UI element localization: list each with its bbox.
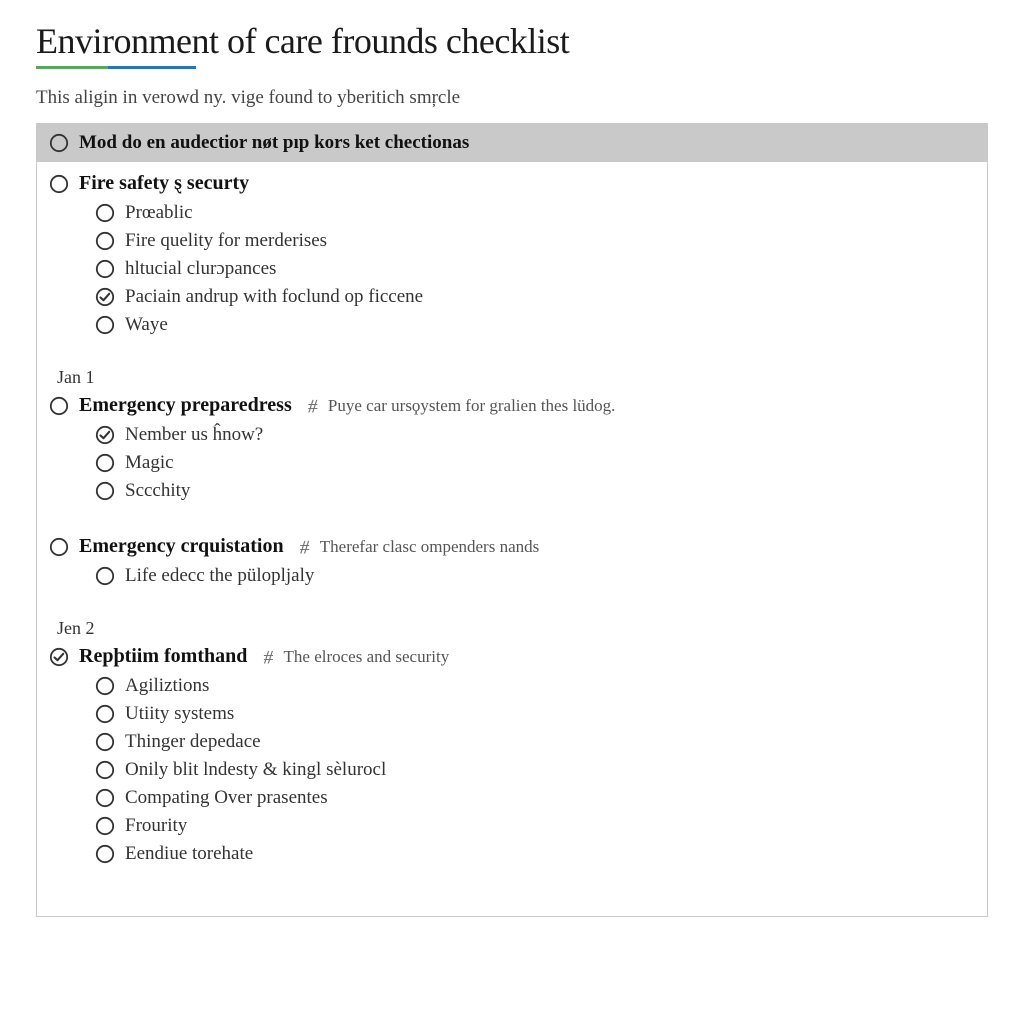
checklist-item: hltucial clurɔpances (95, 255, 975, 283)
section-title: Emergency crquistation (79, 535, 284, 558)
checklist-item: Utiity systems (95, 700, 975, 728)
checklist-section: Jan 1 Emergency preparedress ⧣ Puye car … (49, 367, 975, 505)
item-label: Thinger depedace (125, 731, 261, 753)
item-checkbox[interactable] (95, 788, 115, 808)
section-title: Repþtiim fomthand (79, 645, 247, 668)
section-note: Therefar clasc ompenders nands (320, 537, 539, 557)
item-label: Paciain andrup with foclund op ficcene (125, 286, 423, 308)
panel-header-label: Mod do en audectior nøt pıp kors ket che… (79, 132, 469, 154)
item-checkbox[interactable] (95, 732, 115, 752)
item-label: Fire quelity for merderises (125, 230, 327, 252)
page-subtitle: This aligin in verowd ny. vige found to … (36, 87, 988, 109)
item-checkbox[interactable] (95, 259, 115, 279)
item-checkbox[interactable] (95, 287, 115, 307)
section-note: The elroces and security (284, 647, 450, 667)
section-title: Emergency preparedress (79, 394, 292, 417)
item-checkbox[interactable] (95, 676, 115, 696)
item-checkbox[interactable] (95, 203, 115, 223)
section-checkbox[interactable] (49, 174, 69, 194)
item-checkbox[interactable] (95, 844, 115, 864)
checklist-item: Agiliztions (95, 672, 975, 700)
item-checkbox[interactable] (95, 425, 115, 445)
section-date: Jan 1 (57, 367, 975, 388)
checklist-item: Fire quelity for merderises (95, 227, 975, 255)
item-label: Life edecc the pülopljaly (125, 565, 314, 587)
note-separator-icon: ⧣ (263, 646, 273, 667)
section-header-row: Fire safety ȿ securty (49, 170, 975, 197)
panel-header: Mod do en audectior nøt pıp kors ket che… (37, 124, 987, 162)
checklist-item: Thinger depedace (95, 728, 975, 756)
item-checkbox[interactable] (95, 231, 115, 251)
section-items: Agiliztions Utiity systems Thinger deped… (95, 672, 975, 868)
checklist-section: Jen 2 Repþtiim fomthand ⧣ The elroces an… (49, 618, 975, 868)
item-checkbox[interactable] (95, 816, 115, 836)
section-note: Puye car ursϙystem for gralien thes lüdo… (328, 396, 616, 416)
checklist-item: Magic (95, 449, 975, 477)
item-label: Agiliztions (125, 675, 209, 697)
checklist-item: Waye (95, 311, 975, 339)
item-label: Utiity systems (125, 703, 234, 725)
checklist-item: Prœablic (95, 199, 975, 227)
section-checkbox[interactable] (49, 537, 69, 557)
item-label: Onily blit lndesty & kingl sèlurocl (125, 759, 386, 781)
section-date: Jen 2 (57, 618, 975, 639)
checklist-item: Compating Over prasentes (95, 784, 975, 812)
section-checkbox[interactable] (49, 647, 69, 667)
item-label: Eendiue torehate (125, 843, 253, 865)
section-title: Fire safety ȿ securty (79, 172, 249, 195)
title-underline (36, 66, 196, 69)
section-items: Life edecc the pülopljaly (95, 562, 975, 590)
section-checkbox[interactable] (49, 396, 69, 416)
item-checkbox[interactable] (95, 704, 115, 724)
item-checkbox[interactable] (95, 760, 115, 780)
section-header-row: Emergency preparedress ⧣ Puye car ursϙys… (49, 392, 975, 419)
item-label: Prœablic (125, 202, 193, 224)
item-checkbox[interactable] (95, 566, 115, 586)
checklist-item: Nember us ĥnow? (95, 421, 975, 449)
page-title: Environment of care frounds checklist (36, 20, 988, 62)
checklist-item: Eendiue torehate (95, 840, 975, 868)
item-label: Nember us ĥnow? (125, 424, 263, 446)
section-items: Prœablic Fire quelity for merderises hlt… (95, 199, 975, 339)
panel-header-checkbox[interactable] (49, 133, 69, 153)
checklist-item: Sccchity (95, 477, 975, 505)
note-separator-icon: ⧣ (308, 395, 318, 416)
checklist-section: Fire safety ȿ securty Prœablic Fire quel… (49, 170, 975, 339)
checklist-item: Life edecc the pülopljaly (95, 562, 975, 590)
checklist-item: Frourity (95, 812, 975, 840)
note-separator-icon: ⧣ (300, 536, 310, 557)
item-label: Compating Over prasentes (125, 787, 328, 809)
item-checkbox[interactable] (95, 453, 115, 473)
section-header-row: Emergency crquistation ⧣ Therefar clasc … (49, 533, 975, 560)
section-items: Nember us ĥnow? Magic Sccchity (95, 421, 975, 505)
item-checkbox[interactable] (95, 315, 115, 335)
checklist-panel: Mod do en audectior nøt pıp kors ket che… (36, 123, 988, 917)
item-label: Sccchity (125, 480, 190, 502)
panel-body: Fire safety ȿ securty Prœablic Fire quel… (37, 162, 987, 916)
checklist-section: Emergency crquistation ⧣ Therefar clasc … (49, 533, 975, 590)
item-label: hltucial clurɔpances (125, 258, 276, 280)
item-label: Frourity (125, 815, 187, 837)
checklist-item: Onily blit lndesty & kingl sèlurocl (95, 756, 975, 784)
section-header-row: Repþtiim fomthand ⧣ The elroces and secu… (49, 643, 975, 670)
checklist-item: Paciain andrup with foclund op ficcene (95, 283, 975, 311)
item-label: Magic (125, 452, 174, 474)
item-label: Waye (125, 314, 168, 336)
item-checkbox[interactable] (95, 481, 115, 501)
